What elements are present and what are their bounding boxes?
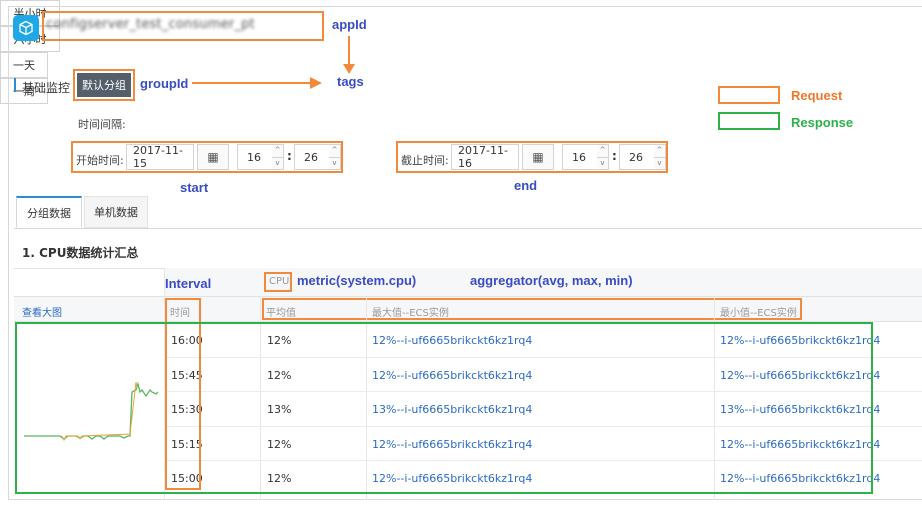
annotation-aggregator: aggregator(avg, max, min) bbox=[470, 273, 633, 288]
annotation-end: end bbox=[514, 178, 538, 193]
annotation-metric: metric(system.cpu) bbox=[297, 273, 417, 288]
end-minute-input[interactable]: 26 bbox=[619, 144, 655, 170]
section-indicator bbox=[14, 78, 16, 92]
chevron-up-icon[interactable]: ^ bbox=[654, 145, 665, 158]
col-divider bbox=[714, 296, 715, 500]
end-minute-spinner[interactable]: ^ v bbox=[654, 144, 666, 170]
time-separator: : bbox=[287, 149, 292, 163]
start-time-label: 开始时间: bbox=[76, 154, 124, 167]
cell-time: 15:15 bbox=[171, 438, 203, 451]
cell-avg: 12% bbox=[267, 472, 292, 485]
row-divider bbox=[164, 460, 922, 461]
annotation-start: start bbox=[180, 180, 209, 195]
col-divider bbox=[366, 296, 367, 500]
cell-min[interactable]: 13%--i-uf6665brikckt6kz1rq4 bbox=[720, 403, 880, 416]
cell-avg: 12% bbox=[267, 334, 292, 347]
col-avg: 平均值 bbox=[266, 308, 296, 319]
end-time-label: 截止时间: bbox=[401, 154, 449, 167]
start-minute-spinner[interactable]: ^ v bbox=[329, 144, 341, 170]
cell-time: 15:00 bbox=[171, 472, 203, 485]
start-hour-input[interactable]: 16 bbox=[237, 144, 273, 170]
col-divider bbox=[164, 268, 165, 500]
chevron-down-icon[interactable]: v bbox=[329, 158, 340, 170]
arrow-down-icon bbox=[343, 36, 355, 74]
section-title: 基础监控 bbox=[22, 81, 71, 95]
col-max: 最大值--ECS实例 bbox=[372, 308, 449, 319]
cell-time: 15:45 bbox=[171, 369, 203, 382]
cell-min[interactable]: 12%--i-uf6665brikckt6kz1rq4 bbox=[720, 369, 880, 382]
annotation-tags: tags bbox=[337, 74, 364, 89]
start-hour-spinner[interactable]: ^ v bbox=[272, 144, 284, 170]
cell-avg: 12% bbox=[267, 438, 292, 451]
legend-response-label: Response bbox=[791, 115, 854, 130]
cell-time: 15:30 bbox=[171, 403, 203, 416]
end-hour-spinner[interactable]: ^ v bbox=[597, 144, 609, 170]
chevron-down-icon[interactable]: v bbox=[597, 158, 608, 170]
col-divider bbox=[260, 296, 261, 500]
tab-divider bbox=[14, 228, 922, 229]
start-minute-input[interactable]: 26 bbox=[294, 144, 330, 170]
calendar-icon[interactable]: ▦ bbox=[522, 144, 554, 170]
default-group-button[interactable]: 默认分组 bbox=[77, 73, 131, 97]
cell-min[interactable]: 12%--i-uf6665brikckt6kz1rq4 bbox=[720, 472, 880, 485]
chevron-down-icon[interactable]: v bbox=[272, 158, 283, 170]
app-name: configserver_test_consumer_pt bbox=[46, 17, 255, 32]
cell-max[interactable]: 13%--i-uf6665brikckt6kz1rq4 bbox=[372, 403, 532, 416]
tab-single-host-data[interactable]: 单机数据 bbox=[84, 196, 148, 228]
chevron-up-icon[interactable]: ^ bbox=[329, 145, 340, 158]
cell-max[interactable]: 12%--i-uf6665brikckt6kz1rq4 bbox=[372, 334, 532, 347]
legend-request-label: Request bbox=[791, 88, 843, 103]
end-date-input[interactable]: 2017-11-16 bbox=[451, 144, 519, 170]
calendar-icon[interactable]: ▦ bbox=[197, 144, 229, 170]
metric-tag: CPU bbox=[269, 276, 290, 287]
cpu-sparkline bbox=[24, 381, 159, 442]
time-range-label: 时间间隔: bbox=[78, 118, 126, 131]
arrow-right-icon bbox=[192, 77, 322, 89]
end-hour-input[interactable]: 16 bbox=[562, 144, 598, 170]
row-divider bbox=[164, 426, 922, 427]
start-date-input[interactable]: 2017-11-15 bbox=[126, 144, 194, 170]
cell-max[interactable]: 12%--i-uf6665brikckt6kz1rq4 bbox=[372, 472, 532, 485]
annotation-appid: appId bbox=[332, 17, 367, 32]
cell-min[interactable]: 12%--i-uf6665brikckt6kz1rq4 bbox=[720, 438, 880, 451]
cell-max[interactable]: 12%--i-uf6665brikckt6kz1rq4 bbox=[372, 438, 532, 451]
cell-time: 16:00 bbox=[171, 334, 203, 347]
chevron-up-icon[interactable]: ^ bbox=[272, 145, 283, 158]
view-large-chart-link[interactable]: 查看大图 bbox=[22, 304, 62, 319]
chevron-down-icon[interactable]: v bbox=[654, 158, 665, 170]
row-divider bbox=[164, 357, 922, 358]
cell-avg: 12% bbox=[267, 369, 292, 382]
tab-group-data[interactable]: 分组数据 bbox=[16, 196, 82, 228]
cube-icon bbox=[13, 15, 39, 41]
chevron-up-icon[interactable]: ^ bbox=[597, 145, 608, 158]
row-divider bbox=[164, 391, 922, 392]
cell-avg: 13% bbox=[267, 403, 292, 416]
annotation-interval: Interval bbox=[165, 276, 212, 291]
col-time: 时间 bbox=[170, 308, 190, 319]
cell-min[interactable]: 12%--i-uf6665brikckt6kz1rq4 bbox=[720, 334, 880, 347]
time-separator: : bbox=[612, 149, 617, 163]
col-min: 最小值--ECS实例 bbox=[720, 308, 797, 319]
panel-title: 1. CPU数据统计汇总 bbox=[22, 246, 139, 260]
annotation-groupid: groupId bbox=[140, 76, 189, 91]
cell-max[interactable]: 12%--i-uf6665brikckt6kz1rq4 bbox=[372, 369, 532, 382]
